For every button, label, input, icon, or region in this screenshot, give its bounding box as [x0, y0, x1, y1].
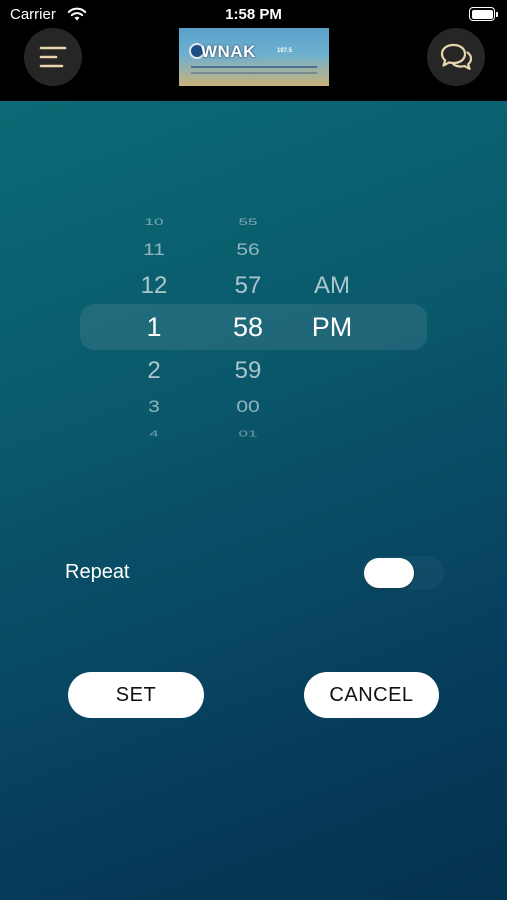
picker-minute-item[interactable]: 57: [206, 272, 290, 300]
status-time: 1:58 PM: [225, 6, 282, 23]
logo-stripe: [191, 66, 317, 68]
picker-minute-item[interactable]: 56: [206, 240, 290, 259]
picker-hour-item[interactable]: 10: [112, 217, 196, 228]
app-header: Carrier 1:58 PM WNAK 107.5: [0, 0, 507, 101]
logo-stripe: [191, 72, 317, 74]
picker-hour-item[interactable]: 4: [112, 429, 196, 439]
picker-period-am[interactable]: AM: [292, 272, 372, 300]
chat-icon: [440, 43, 473, 70]
picker-minute-item[interactable]: 55: [206, 217, 290, 228]
picker-hour-item[interactable]: 2: [112, 357, 196, 385]
picker-hour-item[interactable]: 3: [112, 397, 196, 416]
station-logo: WNAK 107.5: [179, 28, 329, 86]
repeat-toggle[interactable]: [362, 556, 444, 590]
chat-button[interactable]: [427, 28, 485, 86]
status-bar: Carrier 1:58 PM: [0, 0, 507, 30]
picker-minute-item[interactable]: 00: [206, 397, 290, 416]
time-picker[interactable]: 10 11 12 1 2 3 4 55 56 57 58 59 00 01 AM…: [0, 200, 507, 450]
picker-hour-selected[interactable]: 1: [112, 312, 196, 343]
repeat-label: Repeat: [65, 561, 130, 583]
picker-period-selected[interactable]: PM: [292, 312, 372, 343]
menu-button[interactable]: [24, 28, 82, 86]
logo-text: WNAK: [201, 42, 256, 61]
toggle-knob[interactable]: [364, 558, 414, 588]
picker-minute-selected[interactable]: 58: [206, 312, 290, 343]
logo-frequency: 107.5: [277, 48, 293, 54]
menu-icon: [39, 46, 67, 68]
picker-hour-item[interactable]: 11: [112, 240, 196, 259]
picker-hour-item[interactable]: 12: [112, 272, 196, 300]
battery-icon: [469, 7, 498, 21]
picker-minute-item[interactable]: 59: [206, 357, 290, 385]
cancel-button[interactable]: CANCEL: [304, 672, 439, 718]
picker-minute-item[interactable]: 01: [206, 429, 290, 439]
set-button[interactable]: SET: [68, 672, 204, 718]
